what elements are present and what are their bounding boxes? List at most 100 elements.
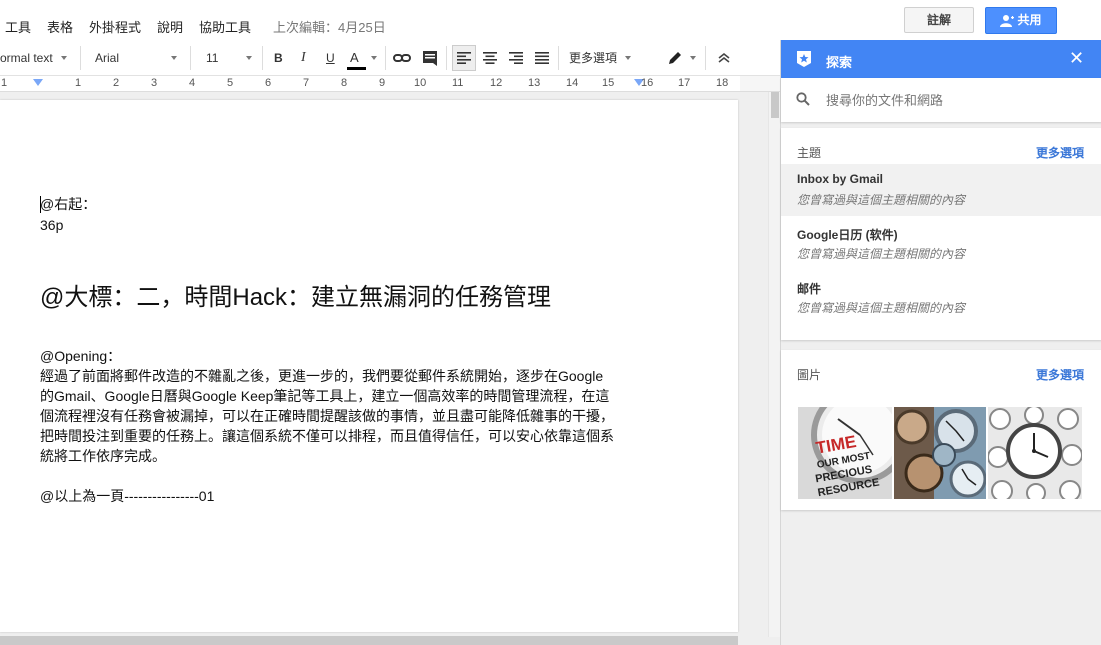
ruler-number: 1 [75,77,82,89]
explore-panel: 探索 ✕ 主題 更多選項 Inbox by Gmail 您曾寫過與這個主題相關的… [780,40,1101,645]
chevron-down-icon [246,56,252,60]
text-color-button[interactable]: A [350,48,359,68]
doc-paragraph-line[interactable]: 經過了前面將郵件改造的不雜亂之後，更進一步的，我們要從郵件系統開始，逐步在Goo… [40,366,603,386]
chevron-down-icon [371,56,377,60]
more-options-button[interactable]: 更多選項 [569,48,617,68]
topic-name: 邮件 [797,282,822,296]
ruler-number: 11 [452,77,464,89]
menu-help[interactable]: 說明 [157,17,183,36]
ruler-number: 2 [113,77,120,89]
ruler-number: 6 [265,77,272,89]
ruler-number: 8 [341,77,348,89]
chevron-down-icon [690,56,696,60]
last-edit-link[interactable]: 上次編輯：4月25日 [273,17,386,36]
ruler-page-area [0,76,740,91]
ruler-number: 18 [716,77,729,89]
ruler-number: 1 [1,77,8,89]
topics-more-link[interactable]: 更多選項 [1036,144,1084,161]
italic-button[interactable]: I [301,48,306,68]
person-icon [1000,15,1015,27]
ruler-number: 16 [641,77,654,89]
topic-desc: 您曾寫過與這個主題相關的內容 [797,247,966,261]
explore-search-input[interactable] [826,90,1086,110]
doc-paragraph-line[interactable]: 的Gmail、Google日曆與Google Keep筆記等工具上，建立一個高效… [40,386,609,406]
topic-item[interactable]: 邮件 您曾寫過與這個主題相關的內容 [781,272,1101,324]
images-title: 圖片 [797,368,822,382]
pencil-icon[interactable] [668,51,682,65]
toolbar: ormal text Arial 11 B I U A 更多選項 [0,40,780,76]
ruler-number: 17 [678,77,691,89]
separator [190,46,191,70]
ruler-number: 12 [490,77,503,89]
image-result-watches[interactable] [894,407,986,499]
separator [80,46,81,70]
collapse-toolbar-icon[interactable] [718,52,730,64]
close-icon[interactable]: ✕ [1069,49,1084,67]
explore-title: 探索 [826,55,853,70]
topic-item[interactable]: Inbox by Gmail 您曾寫過與這個主題相關的內容 [781,164,1101,216]
doc-page-end[interactable]: @以上為一頁----------------01 [40,486,214,506]
ruler-number: 13 [528,77,541,89]
align-right-icon[interactable] [509,52,523,64]
ruler: 1 1 2 3 4 5 6 7 8 9 10 11 12 13 14 15 16… [0,76,780,92]
doc-paragraph-line[interactable]: 統將工作依序完成。 [40,446,166,466]
font-size-select[interactable]: 11 [206,48,218,68]
align-center-icon[interactable] [483,52,497,64]
separator [446,46,447,70]
underline-button[interactable]: U [326,48,335,68]
paragraph-style-select[interactable]: ormal text [0,48,53,68]
doc-paragraph-line[interactable]: 把時間投注到重要的任務上。讓這個系統不僅可以排程，而且值得信任，可以安心依靠這個… [40,426,614,446]
font-select[interactable]: Arial [95,48,119,68]
images-more-link[interactable]: 更多選項 [1036,366,1084,383]
chevron-down-icon [61,56,67,60]
separator [558,46,559,70]
topic-item[interactable]: Google日历 (软件) 您曾寫過與這個主題相關的內容 [781,218,1101,270]
doc-line-size[interactable]: 36p [40,215,63,235]
topic-name: Inbox by Gmail [797,172,884,186]
menu-table[interactable]: 表格 [47,17,73,36]
ruler-number: 7 [303,77,310,89]
doc-opening[interactable]: @Opening： [40,346,121,366]
chevron-down-icon [171,56,177,60]
separator [705,46,706,70]
share-label: 共用 [1017,13,1042,27]
separator [262,46,263,70]
text-color-swatch [347,67,366,70]
explore-icon [797,51,811,67]
bold-button[interactable]: B [274,48,283,68]
topic-desc: 您曾寫過與這個主題相關的內容 [797,301,966,315]
menu-accessibility[interactable]: 協助工具 [199,17,251,36]
image-result-time-clock[interactable]: TIME OUR MOST PRECIOUS RESOURCE [798,407,892,499]
horizontal-scrollbar[interactable] [0,636,738,645]
clocks-image [988,407,1082,499]
align-justify-icon[interactable] [535,52,549,64]
topics-title: 主題 [797,146,822,160]
share-button[interactable]: 共用 [985,7,1057,34]
vertical-scroll-thumb[interactable] [771,92,779,118]
align-left-icon [457,52,471,64]
doc-paragraph-line[interactable]: 個流程裡沒有任務會被漏掉，可以在正確時間提醒該做的事情，並且盡可能降低雜事的干擾… [40,406,614,426]
doc-heading[interactable]: @大標：二，時間Hack：建立無漏洞的任務管理 [40,283,551,313]
search-icon [796,92,810,106]
comment-icon[interactable] [422,50,438,66]
topics-card: 主題 更多選項 Inbox by Gmail 您曾寫過與這個主題相關的內容 Go… [781,128,1101,340]
link-icon[interactable] [393,52,411,64]
watches-image [894,407,986,499]
ruler-number: 4 [189,77,196,89]
chevron-down-icon [625,56,631,60]
topic-name: Google日历 (软件) [797,228,898,242]
image-result-clocks[interactable] [988,407,1082,499]
menu-addons[interactable]: 外掛程式 [89,17,141,36]
explore-search-box [781,78,1101,122]
doc-line-align[interactable]: @右起： [40,194,96,214]
menu-tools[interactable]: 工具 [5,17,31,36]
explore-header: 探索 ✕ [781,40,1101,78]
separator [385,46,386,70]
topic-desc: 您曾寫過與這個主題相關的內容 [797,193,966,207]
ruler-number: 9 [379,77,386,89]
images-card: 圖片 更多選項 TIME OUR MOST PRECIOUS RESOURCE [781,350,1101,510]
comments-button[interactable]: 註解 [904,7,974,33]
clock-image: TIME OUR MOST PRECIOUS RESOURCE [798,407,892,499]
left-indent-marker[interactable] [33,79,43,86]
ruler-number: 5 [227,77,234,89]
